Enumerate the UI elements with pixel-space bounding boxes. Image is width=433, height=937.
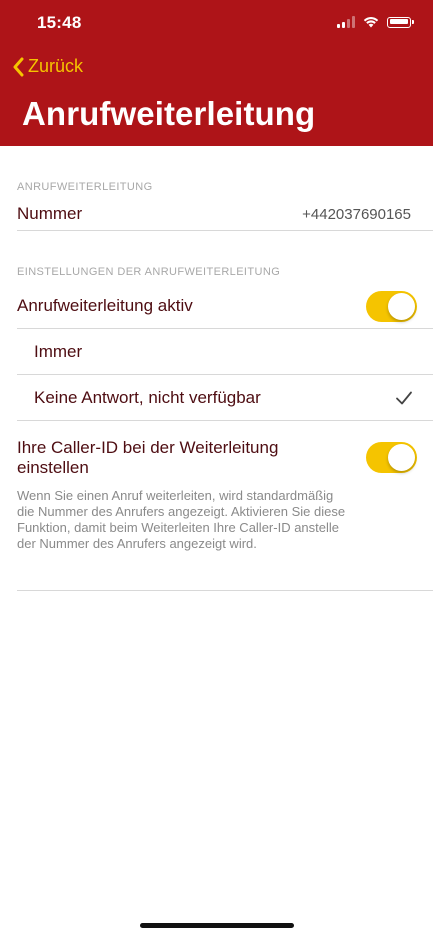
forwarding-active-label: Anrufweiterleitung aktiv [17, 296, 193, 315]
page-title: Anrufweiterleitung [22, 95, 316, 132]
option-no-answer-label: Keine Antwort, nicht verfügbar [34, 387, 261, 407]
checkmark-icon [396, 391, 412, 405]
back-button[interactable]: Zurück [12, 56, 83, 77]
chevron-left-icon [13, 57, 24, 76]
forwarding-active-toggle[interactable] [366, 291, 417, 322]
number-value: +442037690165 [302, 205, 411, 223]
toggle-knob [388, 293, 415, 320]
caller-id-description: Wenn Sie einen Anruf weiterleiten, wird … [17, 488, 346, 551]
status-icons [337, 14, 414, 30]
screen: 15:48 Zurück Anrufweiterleitung ANRUFWEI… [0, 0, 433, 937]
section-header-forwarding: ANRUFWEITERLEITUNG [17, 181, 153, 193]
number-label: Nummer [17, 204, 83, 223]
caller-id-row: Ihre Caller-ID bei der Weiterleitung ein… [17, 420, 433, 591]
battery-icon [387, 16, 414, 28]
home-indicator[interactable] [140, 923, 294, 928]
navigation-header: 15:48 Zurück Anrufweiterleitung [0, 0, 433, 146]
back-label: Zurück [28, 56, 84, 76]
forwarding-active-row: Anrufweiterleitung aktiv [17, 284, 433, 329]
status-time: 15:48 [37, 13, 82, 32]
option-always-row[interactable]: Immer [17, 329, 433, 375]
toggle-knob [388, 444, 415, 471]
cellular-signal-icon [337, 16, 355, 28]
number-row[interactable]: Nummer +442037690165 [17, 198, 433, 231]
wifi-icon [363, 17, 379, 28]
caller-id-toggle[interactable] [366, 442, 417, 473]
option-no-answer-row[interactable]: Keine Antwort, nicht verfügbar [17, 375, 433, 421]
caller-id-label: Ihre Caller-ID bei der Weiterleitung ein… [17, 438, 279, 477]
section-header-settings: EINSTELLUNGEN DER ANRUFWEITERLEITUNG [17, 266, 281, 278]
option-always-label: Immer [34, 341, 83, 361]
